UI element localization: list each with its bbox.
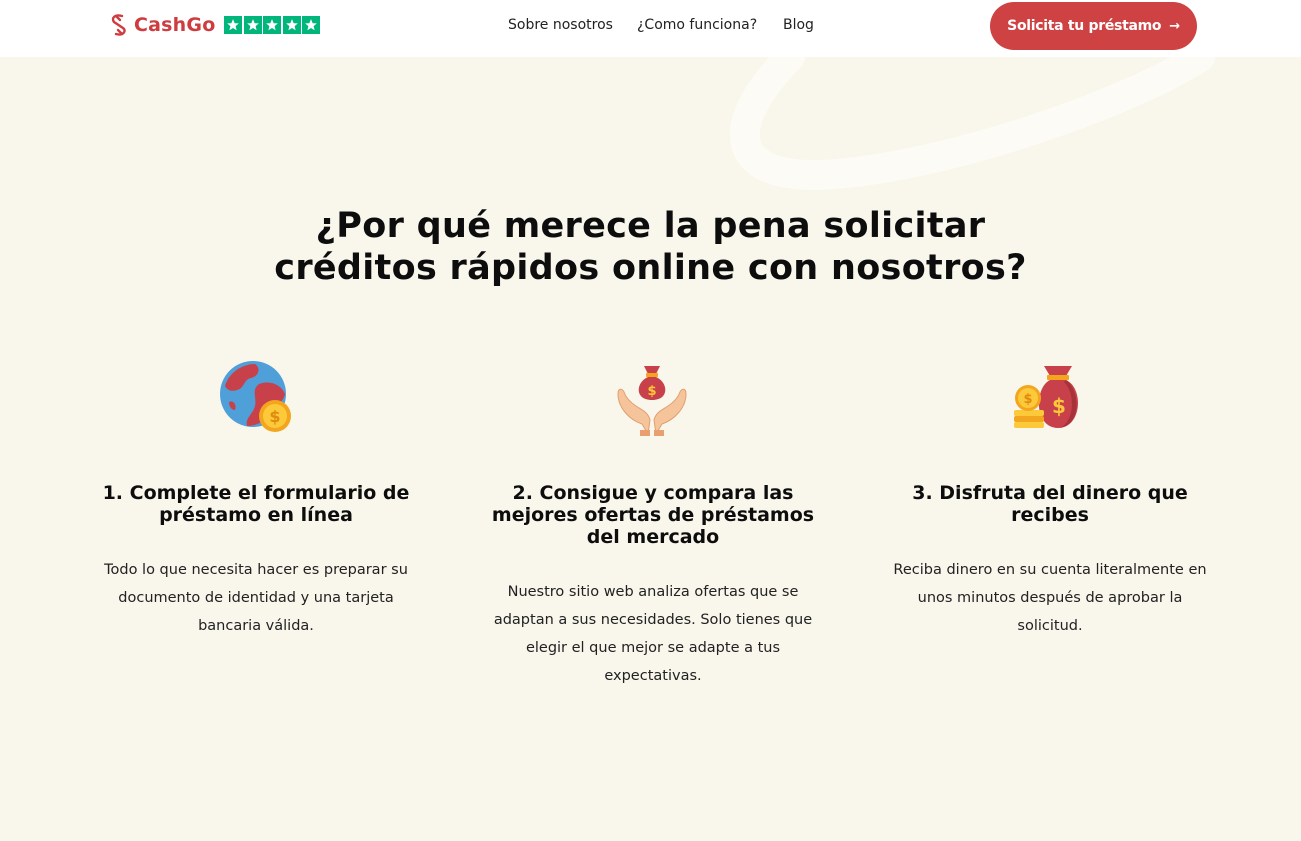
svg-text:$: $ bbox=[1052, 394, 1066, 418]
page-title-line-2: créditos rápidos online con nosotros? bbox=[274, 248, 1027, 288]
svg-text:$: $ bbox=[1023, 392, 1032, 407]
step-1-title: 1. Complete el formulario de préstamo en… bbox=[102, 482, 410, 526]
nav-how-it-works[interactable]: ¿Como funciona? bbox=[637, 17, 757, 33]
step-2-title: 2. Consigue y compara las mejores oferta… bbox=[491, 482, 815, 548]
star-icon bbox=[282, 16, 301, 34]
star-icon bbox=[263, 16, 282, 34]
brand-name: CashGo bbox=[134, 14, 216, 36]
trustpilot-rating bbox=[224, 16, 322, 34]
step-1-description: Todo lo que necesita hacer es preparar s… bbox=[104, 562, 408, 634]
star-icon bbox=[243, 16, 262, 34]
nav-blog[interactable]: Blog bbox=[783, 17, 814, 33]
globe-coin-icon: $ bbox=[220, 361, 291, 432]
star-icon bbox=[224, 16, 243, 34]
nav-about[interactable]: Sobre nosotros bbox=[508, 17, 613, 33]
apply-loan-button[interactable]: Solicita tu préstamo → bbox=[990, 2, 1197, 50]
money-bag-coins-icon: $ $ bbox=[1014, 366, 1078, 428]
arrow-right-icon: → bbox=[1169, 18, 1180, 34]
apply-loan-label: Solicita tu préstamo bbox=[1007, 18, 1162, 34]
hands-money-bag-icon: $ bbox=[617, 366, 687, 436]
brand-logo[interactable]: CashGo bbox=[108, 13, 322, 37]
svg-text:$: $ bbox=[269, 407, 280, 426]
step-3-description: Reciba dinero en su cuenta literalmente … bbox=[893, 562, 1207, 634]
site-header: CashGo Sobre nosotros ¿Como funciona? Bl… bbox=[0, 0, 1301, 57]
svg-text:$: $ bbox=[647, 384, 656, 399]
cashgo-logo-icon bbox=[111, 14, 126, 36]
page-title-line-1: ¿Por qué merece la pena solicitar bbox=[315, 206, 986, 246]
step-2-description: Nuestro sitio web analiza ofertas que se… bbox=[493, 584, 813, 684]
step-3-title: 3. Disfruta del dinero que recibes bbox=[912, 482, 1188, 526]
star-icon bbox=[302, 16, 321, 34]
